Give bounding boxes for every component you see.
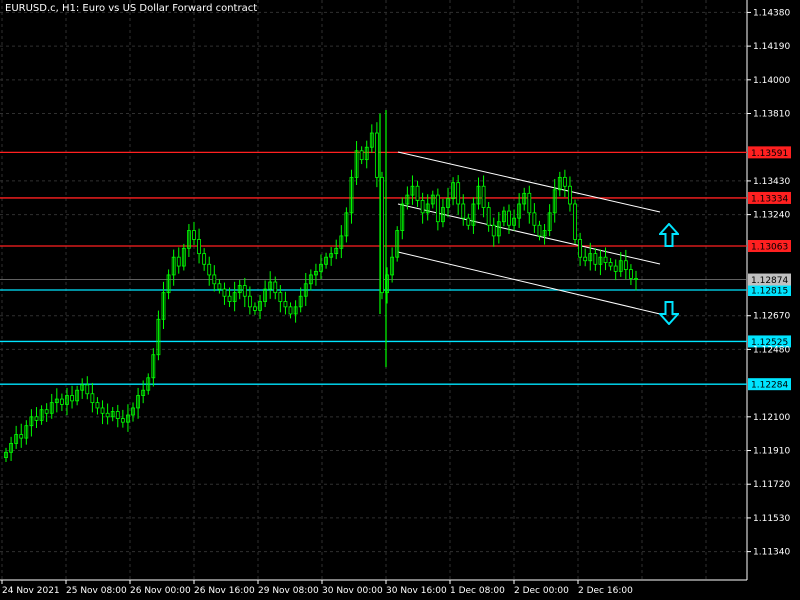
level-label: 1.13334 [751, 194, 788, 204]
price-tick-label: 1.13430 [753, 177, 790, 187]
candle-body [380, 176, 384, 294]
candle-body [481, 185, 486, 208]
time-tick-label: 2 Dec 16:00 [578, 586, 633, 596]
candle-body [486, 207, 491, 226]
candle-body [227, 295, 232, 302]
level-label: 1.13591 [751, 149, 788, 159]
candle-body [537, 224, 542, 237]
price-tick-label: 1.11530 [753, 514, 790, 524]
candle-body [435, 194, 440, 223]
time-tick-label: 30 Nov 16:00 [386, 586, 447, 596]
candle-body [273, 281, 278, 294]
candle-body [629, 269, 633, 279]
candle-body [507, 210, 511, 226]
time-tick-label: 30 Nov 00:00 [322, 586, 383, 596]
candle-body [95, 402, 100, 409]
candle-body [359, 150, 364, 161]
candle-body [420, 200, 425, 214]
candle-body [202, 253, 207, 265]
candle-body [568, 185, 572, 205]
horizontal-levels: 1.135911.133341.130631.128151.125251.122… [0, 146, 791, 391]
candle-body [461, 203, 466, 219]
candle-body [19, 434, 24, 439]
price-tick-label: 1.13240 [753, 211, 790, 221]
time-tick-label: 24 Nov 2021 [2, 586, 60, 596]
candle-body [374, 132, 379, 178]
candle-body [100, 407, 105, 414]
candle-body [212, 274, 217, 285]
candle-body [466, 217, 471, 226]
candle-body [176, 256, 181, 267]
time-tick-label: 25 Nov 08:00 [66, 586, 127, 596]
candle-body [532, 212, 537, 226]
candle-body [120, 418, 125, 423]
price-tick-label: 1.11910 [753, 447, 790, 457]
time-tick-label: 26 Nov 16:00 [194, 586, 255, 596]
candle-body [85, 384, 90, 395]
time-tick-label: 26 Nov 00:00 [130, 586, 191, 596]
candle-body [34, 416, 39, 421]
candle-body [456, 182, 461, 205]
price-tick-label: 1.12480 [753, 345, 790, 355]
price-tick-label: 1.13810 [753, 110, 790, 120]
candle-body [593, 253, 598, 265]
candle-body [578, 239, 583, 258]
candle-body [222, 288, 227, 297]
candle-body [562, 176, 567, 187]
current-price-label: 1.12874 [751, 276, 788, 286]
time-tick-label: 1 Dec 08:00 [450, 586, 505, 596]
candle-body [242, 285, 247, 297]
time-tick-label: 29 Nov 08:00 [258, 586, 319, 596]
candle-body [527, 192, 532, 214]
candle-body [44, 409, 49, 414]
price-tick-label: 1.11720 [753, 480, 790, 490]
candle-body [613, 265, 618, 272]
down-arrow-icon [659, 301, 679, 325]
level-label: 1.12815 [751, 287, 788, 297]
candle-body [415, 185, 420, 201]
level-label: 1.12284 [751, 381, 788, 391]
candle-body [634, 278, 638, 280]
up-arrow-icon [659, 223, 679, 247]
candle-body [207, 263, 212, 276]
candle-body [608, 262, 613, 267]
candle-body [583, 256, 588, 262]
candle-body [70, 395, 74, 402]
candle-body [603, 256, 608, 263]
price-tick-label: 1.12670 [753, 312, 790, 322]
candle-body [59, 398, 64, 405]
candle-body [623, 260, 628, 271]
candle-body [491, 224, 496, 237]
price-tick-label: 1.12100 [753, 413, 790, 423]
price-tick-label: 1.14380 [753, 8, 790, 18]
level-label: 1.13063 [751, 243, 788, 253]
candle-body [288, 306, 293, 315]
price-tick-label: 1.14000 [753, 76, 790, 86]
chart-title: EURUSD.c, H1: Euro vs US Dollar Forward … [5, 3, 258, 14]
time-tick-label: 2 Dec 00:00 [514, 586, 569, 596]
candle-body [217, 283, 222, 290]
candle-body [253, 306, 257, 311]
candle-body [283, 301, 288, 308]
candle-body [573, 203, 577, 240]
price-tick-label: 1.11340 [753, 548, 790, 558]
candle-body [115, 411, 120, 419]
price-tick-label: 1.14190 [753, 42, 790, 52]
time-axis: 24 Nov 2021 25 Nov 08:00 26 Nov 00:00 26 No… [1, 580, 633, 596]
candle-body [247, 295, 252, 308]
candle-body [192, 230, 196, 240]
candle-body [197, 239, 201, 255]
candle-body [278, 292, 283, 302]
candle-body [90, 393, 95, 404]
price-chart[interactable]: 1.135911.133341.130631.128151.125251.122… [0, 0, 800, 600]
candle-body [105, 412, 110, 418]
